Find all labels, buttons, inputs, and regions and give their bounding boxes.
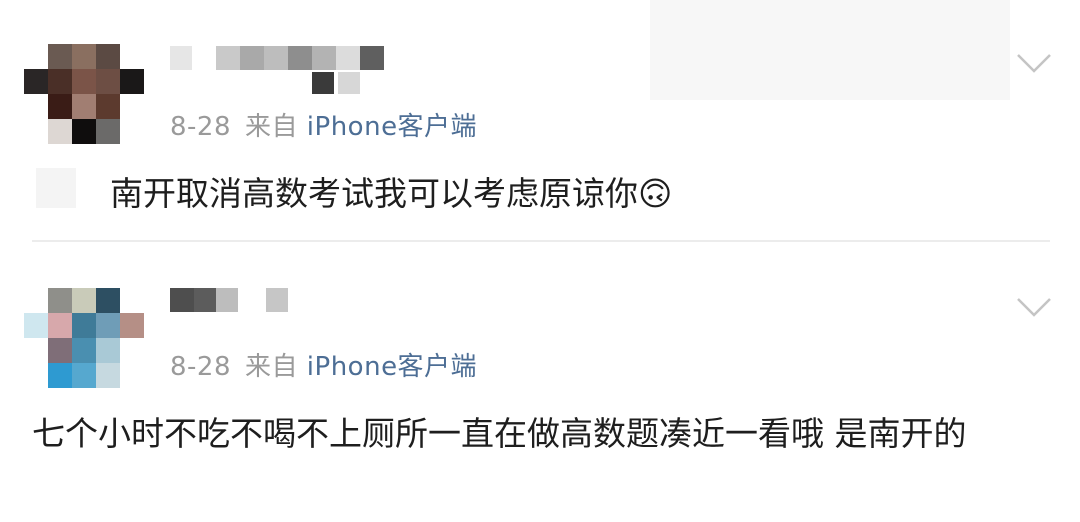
chevron-down-icon[interactable] <box>1016 296 1052 318</box>
username-blurred[interactable] <box>170 288 300 318</box>
comment-meta: 8-28 来自 iPhone客户端 <box>170 106 477 143</box>
avatar[interactable] <box>24 288 144 388</box>
chevron-down-icon[interactable] <box>1016 52 1052 74</box>
source-prefix: 来自 <box>245 112 299 142</box>
divider <box>32 240 1050 242</box>
comment-item: 8-28 来自 iPhone客户端 七个小时不吃不喝不上厕所一直在做高数题凑近一看… <box>0 244 1080 522</box>
background-blur <box>36 168 76 208</box>
comment-text: 南开取消高数考试我可以考虑原谅你🙃 <box>110 174 673 213</box>
source-device-link[interactable]: iPhone客户端 <box>307 112 477 142</box>
username-blurred[interactable] <box>170 46 420 94</box>
comment-text: 七个小时不吃不喝不上厕所一直在做高数题凑近一看哦 是南开的 <box>32 414 967 453</box>
comment-meta: 8-28 来自 iPhone客户端 <box>170 346 477 383</box>
comment-date: 8-28 <box>170 352 232 382</box>
source-device-link[interactable]: iPhone客户端 <box>307 352 477 382</box>
source-prefix: 来自 <box>245 352 299 382</box>
avatar[interactable] <box>24 44 144 144</box>
comment-date: 8-28 <box>170 112 232 142</box>
comment-item: 8-28 来自 iPhone客户端 南开取消高数考试我可以考虑原谅你🙃 <box>0 0 1080 244</box>
background-blur <box>650 0 1010 100</box>
